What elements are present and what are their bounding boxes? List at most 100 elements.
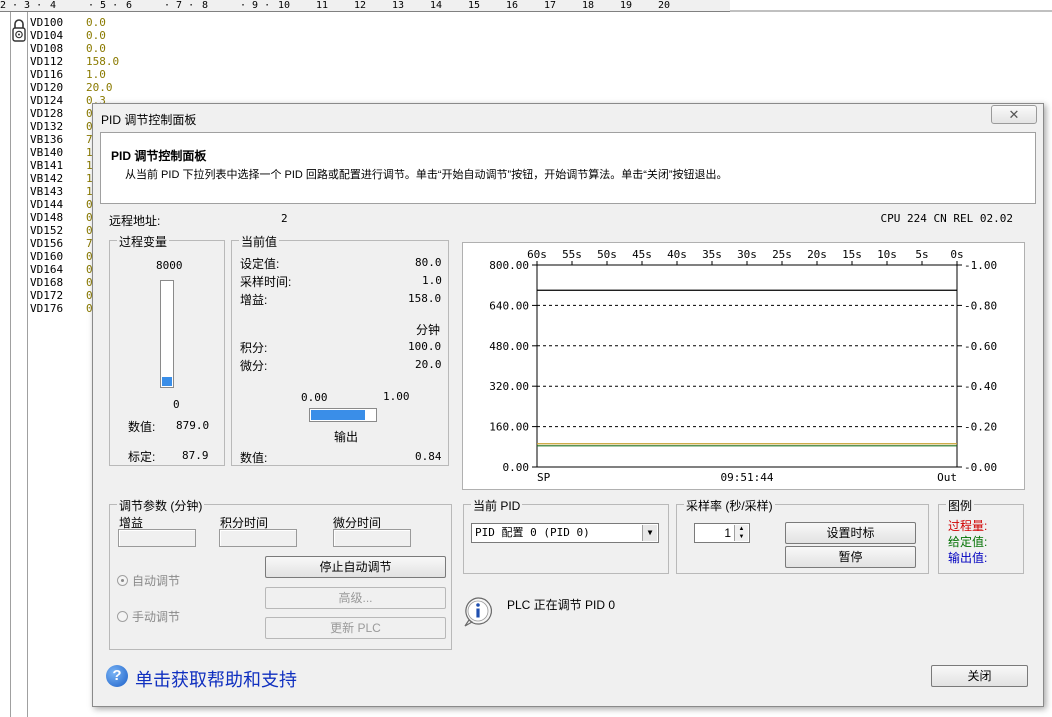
setpoint-value: 80.0 xyxy=(415,256,442,269)
variable-value: 20.0 xyxy=(86,81,113,94)
ruler-mark: 11 xyxy=(316,0,329,11)
x-tick-label: 60s xyxy=(527,248,547,261)
variable-address: VB141 xyxy=(30,159,64,172)
variable-address: VD144 xyxy=(30,198,64,211)
info-icon xyxy=(464,597,492,627)
close-icon[interactable]: ✕ xyxy=(991,105,1037,124)
lock-icon[interactable] xyxy=(10,16,28,46)
variable-address: VB143 xyxy=(30,185,64,198)
current-pid-legend: 当前 PID xyxy=(471,497,523,514)
plot-area xyxy=(536,264,958,468)
tuning-integral-field[interactable] xyxy=(219,529,297,547)
status-message: PLC 正在调节 PID 0 xyxy=(507,598,616,612)
legend-output: 输出值: xyxy=(948,551,988,565)
output-min: 0.00 xyxy=(301,391,328,404)
trend-chart: 800.00 -1.00 640.00 -0.80 480.00 -0.60 320.00 -… xyxy=(462,242,1025,490)
setpoint-label: 设定值: xyxy=(240,257,280,271)
output-bar-fill xyxy=(311,410,365,420)
spinner-arrows-icon[interactable]: ▲ ▼ xyxy=(734,525,748,541)
ruler-mark: 18 xyxy=(582,0,595,11)
x-tick-label: 45s xyxy=(632,248,652,261)
variable-address: VB142 xyxy=(30,172,64,185)
help-link[interactable]: 单击获取帮助和支持 xyxy=(135,666,297,692)
pid-select-value: PID 配置 0 (PID 0) xyxy=(475,526,590,539)
ruler-mark: 8 xyxy=(202,0,209,11)
pv-bar-fill xyxy=(162,377,172,386)
variable-address: VD104 xyxy=(30,29,64,42)
auto-tune-label: 自动调节 xyxy=(132,574,181,588)
minutes-label: 分钟 xyxy=(416,323,441,337)
y-tick-label-right: -0.80 xyxy=(964,299,997,312)
integral-label: 积分: xyxy=(240,341,268,355)
variable-address: VD148 xyxy=(30,211,64,224)
x-tick-label: 10s xyxy=(877,248,897,261)
integral-value: 100.0 xyxy=(408,340,442,353)
tuning-derivative-field[interactable] xyxy=(333,529,411,547)
ruler-mark: 19 xyxy=(620,0,633,11)
status-chart-gutter xyxy=(10,12,28,717)
cpu-info: CPU 224 CN REL 02.02 xyxy=(880,212,1013,225)
status-chart-row[interactable]: VD120 20.0 xyxy=(30,81,119,94)
close-button[interactable]: 关闭 xyxy=(931,665,1028,687)
x-tick-label: 35s xyxy=(702,248,722,261)
remote-address-label: 远程地址: xyxy=(109,214,161,228)
pv-value: 879.0 xyxy=(176,419,210,432)
pid-select[interactable]: PID 配置 0 (PID 0) ▼ xyxy=(471,523,659,543)
ruler-mark: 14 xyxy=(430,0,443,11)
set-timebase-button[interactable]: 设置时标 xyxy=(785,522,916,544)
radio-dot-selected xyxy=(117,575,128,586)
dialog-title: PID 调节控制面板 xyxy=(101,113,197,127)
x-tick-label: 55s xyxy=(562,248,582,261)
process-variable-legend: 过程变量 xyxy=(117,233,170,250)
sample-rate-value: 1 xyxy=(724,526,731,540)
variable-address: VD160 xyxy=(30,250,64,263)
manual-tune-radio[interactable]: 手动调节 xyxy=(117,608,180,625)
pv-value-label: 数值: xyxy=(128,420,156,434)
column-ruler: 2 · 3 · 4 · 5 · 6 · 7 · 8 · 9 · 10 11 12 13 14 15 16 17… xyxy=(0,0,730,12)
variable-value: 0.0 xyxy=(86,42,106,55)
variable-address: VD128 xyxy=(30,107,64,120)
variable-value: 0.0 xyxy=(86,16,106,29)
x-tick-label: 40s xyxy=(667,248,687,261)
variable-address: VD156 xyxy=(30,237,64,250)
x-tick-label: 25s xyxy=(772,248,792,261)
tuning-gain-field[interactable] xyxy=(118,529,196,547)
ruler-mark: 12 xyxy=(354,0,367,11)
stop-auto-tune-button[interactable]: 停止自动调节 xyxy=(265,556,446,578)
advanced-button[interactable]: 高级... xyxy=(265,587,446,609)
derivative-label: 微分: xyxy=(240,359,268,373)
ruler-mark: 16 xyxy=(506,0,519,11)
variable-address: VD164 xyxy=(30,263,64,276)
x-tick-label: 5s xyxy=(915,248,928,261)
status-chart-row[interactable]: VD112 158.0 xyxy=(30,55,119,68)
tuning-params-legend: 调节参数 (分钟) xyxy=(117,497,205,514)
variable-address: VD168 xyxy=(30,276,64,289)
update-plc-button[interactable]: 更新 PLC xyxy=(265,617,446,639)
pause-button[interactable]: 暂停 xyxy=(785,546,916,568)
gain-label: 增益: xyxy=(240,293,268,307)
chevron-down-icon[interactable]: ▼ xyxy=(642,525,657,541)
sample-rate-spinner[interactable]: 1 ▲ ▼ xyxy=(694,523,750,543)
sample-time-value: 1.0 xyxy=(422,274,442,287)
ruler-mark: · 9 · xyxy=(240,0,271,11)
status-chart-row[interactable]: VD116 1.0 xyxy=(30,68,119,81)
dialog-titlebar[interactable]: PID 调节控制面板 ✕ xyxy=(93,104,1043,130)
sample-rate-legend: 采样率 (秒/采样) xyxy=(684,497,775,514)
auto-tune-radio[interactable]: 自动调节 xyxy=(117,572,180,589)
radio-dot xyxy=(117,611,128,622)
variable-address: VD112 xyxy=(30,55,64,68)
dialog-header: PID 调节控制面板 从当前 PID 下拉列表中选择一个 PID 回路或配置进行… xyxy=(100,132,1036,204)
status-chart-row[interactable]: VD100 0.0 xyxy=(30,16,119,29)
variable-value: 0.0 xyxy=(86,29,106,42)
ruler-mark: 6 xyxy=(126,0,133,11)
manual-tune-label: 手动调节 xyxy=(132,610,181,624)
help-icon[interactable]: ? xyxy=(106,665,128,687)
x-start-label: SP xyxy=(537,471,551,484)
ruler-divider xyxy=(730,10,1052,12)
y-tick-label: 800.00 xyxy=(489,259,529,272)
status-chart-row[interactable]: VD108 0.0 xyxy=(30,42,119,55)
ruler-mark: 13 xyxy=(392,0,405,11)
x-end-label: Out xyxy=(937,471,957,484)
status-chart-row[interactable]: VD104 0.0 xyxy=(30,29,119,42)
legend-title: 图例 xyxy=(946,497,975,514)
